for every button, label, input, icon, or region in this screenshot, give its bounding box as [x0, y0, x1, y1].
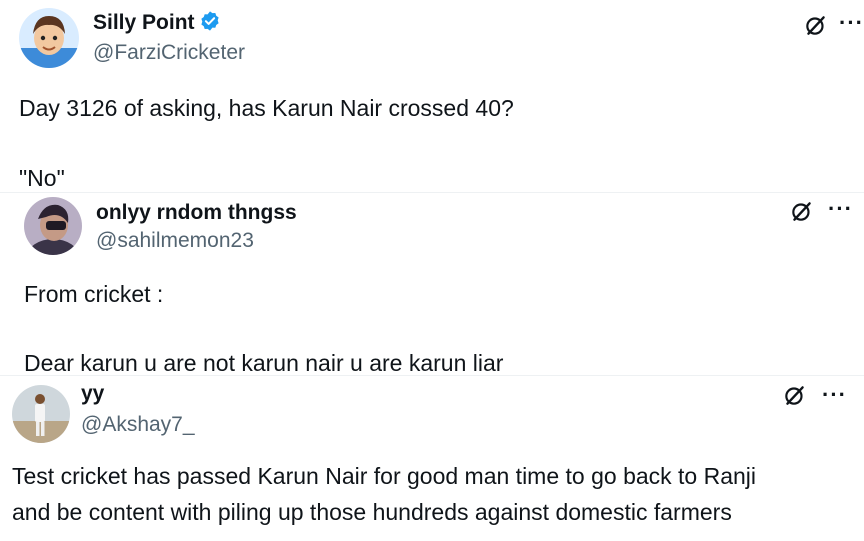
tweet-card[interactable]: onlyy rndom thngss @sahilmemon23 ··· Fro…	[0, 192, 864, 376]
grok-icon[interactable]	[789, 198, 815, 224]
more-options-icon[interactable]: ···	[839, 12, 864, 34]
tweet-text-line: "No"	[19, 165, 65, 191]
user-handle[interactable]: @Akshay7_	[81, 413, 195, 437]
display-name[interactable]: yy	[81, 382, 104, 406]
tweet-text-line: Test cricket has passed Karun Nair for g…	[12, 463, 757, 489]
more-options-icon[interactable]: ···	[828, 198, 853, 220]
tweet-text-line: Dear karun u are not karun nair u are ka…	[24, 350, 504, 376]
grok-icon[interactable]	[782, 382, 808, 408]
tweet-text-line: Day 3126 of asking, has Karun Nair cross…	[19, 95, 514, 121]
tweet-card[interactable]: Silly Point @FarziCricketer ··· Day 3126…	[0, 0, 864, 192]
avatar[interactable]	[19, 8, 79, 68]
display-name[interactable]: Silly Point	[93, 10, 221, 35]
grok-icon[interactable]	[803, 12, 829, 38]
user-handle[interactable]: @FarziCricketer	[93, 41, 245, 65]
avatar[interactable]	[12, 385, 70, 443]
display-name-text[interactable]: Silly Point	[93, 11, 195, 34]
tweet-text-line: and be content with piling up those hund…	[12, 499, 732, 525]
verified-badge-icon	[199, 10, 221, 32]
display-name[interactable]: onlyy rndom thngss	[96, 201, 297, 225]
avatar[interactable]	[24, 197, 82, 255]
tweet-text-line: From cricket :	[24, 281, 164, 307]
tweet-card[interactable]: yy @Akshay7_ ··· Test cricket has passed…	[0, 375, 864, 541]
user-handle[interactable]: @sahilmemon23	[96, 229, 254, 253]
more-options-icon[interactable]: ···	[822, 384, 847, 406]
